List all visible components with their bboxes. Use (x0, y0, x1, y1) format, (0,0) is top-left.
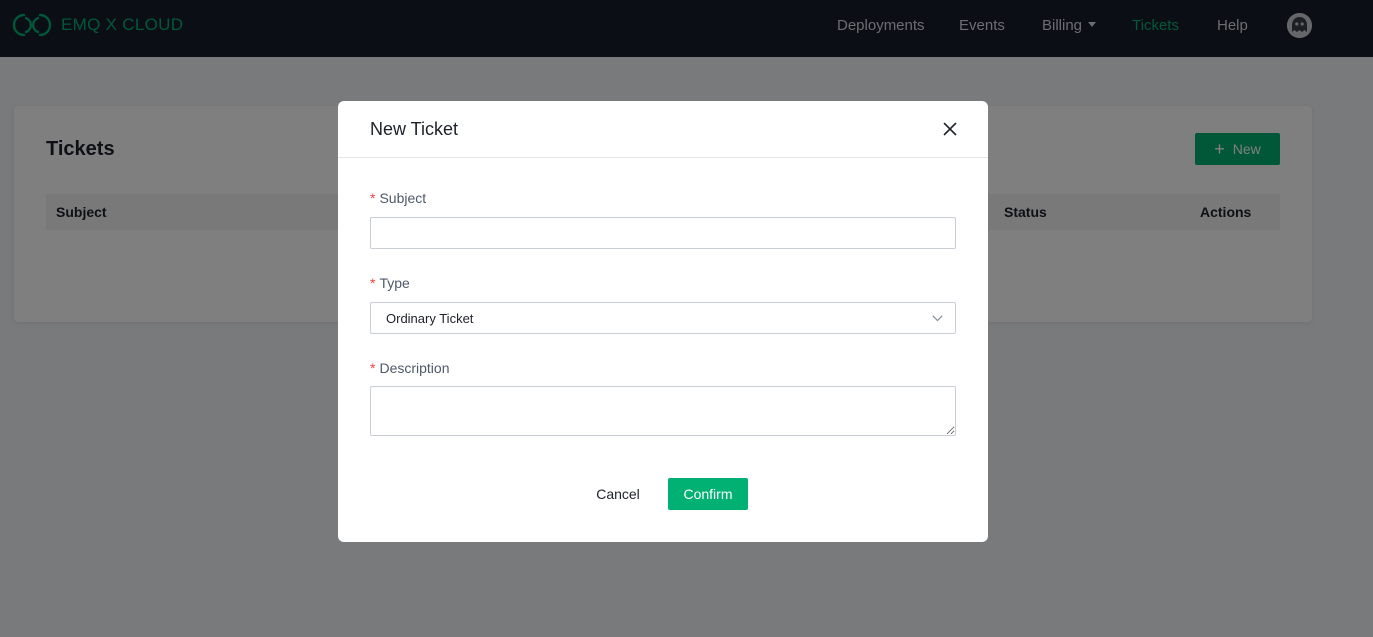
subject-input[interactable] (370, 217, 956, 249)
new-ticket-dialog: New Ticket * Subject * Type Ordinary Ticke… (338, 101, 988, 542)
type-select[interactable]: Ordinary Ticket (370, 302, 956, 334)
confirm-button[interactable]: Confirm (668, 478, 748, 510)
dialog-header: New Ticket (338, 101, 988, 158)
type-label: * Type (370, 275, 410, 291)
cancel-button[interactable]: Cancel (584, 478, 652, 510)
chevron-down-icon (932, 315, 943, 322)
subject-label-text: Subject (379, 190, 427, 206)
dialog-title: New Ticket (370, 119, 459, 139)
type-select-value: Ordinary Ticket (386, 311, 474, 326)
close-icon[interactable] (942, 121, 958, 137)
description-label-text: Description (379, 360, 450, 376)
type-label-text: Type (379, 275, 410, 291)
subject-label: * Subject (370, 190, 426, 206)
required-mark: * (370, 360, 376, 376)
required-mark: * (370, 275, 376, 291)
required-mark: * (370, 190, 376, 206)
description-textarea[interactable] (370, 386, 956, 436)
description-label: * Description (370, 360, 449, 376)
